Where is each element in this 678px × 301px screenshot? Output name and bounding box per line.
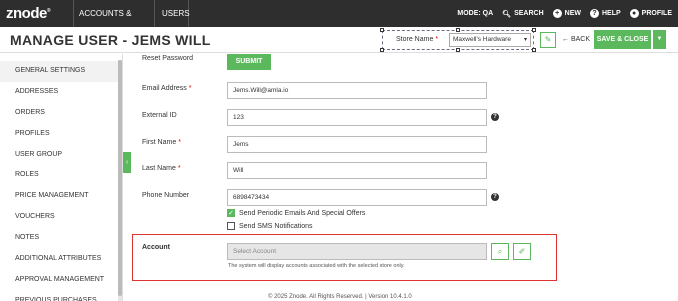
external-id-label: External ID xyxy=(142,112,177,119)
last-name-label: Last Name * xyxy=(142,165,181,172)
chevron-down-icon: ▼ xyxy=(656,36,663,42)
sidebar-item-user-group[interactable]: USER GROUP xyxy=(0,145,122,166)
sidebar-item-profiles[interactable]: PROFILES xyxy=(0,124,122,145)
question-icon: ? xyxy=(589,9,599,18)
external-id-field[interactable]: 123 xyxy=(227,109,487,126)
chevron-down-icon: ▾ xyxy=(523,37,527,43)
account-search-button[interactable]: ⌕ xyxy=(491,243,509,260)
search-icon: ⌕ xyxy=(497,247,503,256)
user-icon: ● xyxy=(629,9,639,18)
arrow-left-icon: ← xyxy=(562,36,569,43)
page-header: MANAGE USER - JEMS WILL Store Name * Max… xyxy=(0,27,678,53)
scrollbar-thumb[interactable] xyxy=(118,60,122,296)
store-name-select[interactable]: Maxwell's Hardware ▾ xyxy=(449,33,531,47)
account-clear-button[interactable]: ✐ xyxy=(513,243,531,260)
sms-option: Send SMS Notifications xyxy=(227,222,313,230)
chevron-left-icon: ‹ xyxy=(125,159,129,166)
email-field[interactable]: Jems.Will@amla.io xyxy=(227,82,487,99)
save-options-dropdown[interactable]: ▼ xyxy=(653,30,666,49)
sidebar-scrollbar[interactable] xyxy=(118,60,122,301)
nav-users[interactable]: USERS xyxy=(157,0,190,27)
account-label: Account xyxy=(142,244,170,251)
first-name-label: First Name * xyxy=(142,139,181,146)
sidebar-item-additional-attributes[interactable]: ADDITIONAL ATTRIBUTES xyxy=(0,249,122,270)
sidebar-item-notes[interactable]: NOTES xyxy=(0,228,122,249)
sms-checkbox[interactable] xyxy=(227,222,235,230)
last-name-field[interactable]: Will xyxy=(227,162,487,179)
store-selector: Store Name * Maxwell's Hardware ▾ xyxy=(380,28,536,52)
resize-handle xyxy=(532,28,536,32)
pencil-icon: ✎ xyxy=(544,35,552,44)
help-icon[interactable]: ? xyxy=(491,113,499,121)
resize-handle xyxy=(380,28,384,32)
sidebar-item-orders[interactable]: ORDERS xyxy=(0,103,122,124)
reset-password-label: Reset Password xyxy=(142,55,193,62)
znode-logo[interactable]: znode® xyxy=(6,5,51,22)
edit-button[interactable]: ✎ xyxy=(540,32,556,48)
sidebar-item-vouchers[interactable]: VOUCHERS xyxy=(0,207,122,228)
plus-icon: + xyxy=(552,9,562,18)
eraser-icon: ✐ xyxy=(518,247,526,256)
sidebar-item-addresses[interactable]: ADDRESSES xyxy=(0,82,122,103)
first-name-field[interactable]: Jems xyxy=(227,136,487,153)
submit-button[interactable]: SUBMIT xyxy=(227,54,271,70)
periodic-emails-option: ✓ Send Periodic Emails And Special Offer… xyxy=(227,209,365,217)
account-field[interactable]: Select Account xyxy=(227,243,487,260)
sms-label: Send SMS Notifications xyxy=(239,222,313,230)
top-navbar: znode® ACCOUNTS & USERS ▾ USERS MODE: QA … xyxy=(0,0,678,45)
search-button[interactable]: 🔍︎ SEARCH xyxy=(502,10,543,18)
profile-button[interactable]: ● PROFILE xyxy=(629,9,672,18)
store-name-label: Store Name * xyxy=(396,36,439,43)
account-hint: The system will display accounts associa… xyxy=(228,263,405,269)
mode-indicator: MODE: QA xyxy=(457,10,494,17)
sidebar-item-price-management[interactable]: PRICE MANAGEMENT xyxy=(0,186,122,207)
help-button[interactable]: ? HELP xyxy=(589,9,621,18)
collapse-sidebar-button[interactable]: ‹ xyxy=(123,152,131,173)
phone-field[interactable]: 6898473434 xyxy=(227,189,487,206)
resize-handle xyxy=(456,28,460,32)
phone-label: Phone Number xyxy=(142,192,190,199)
help-icon[interactable]: ? xyxy=(491,193,499,201)
sidebar-item-roles[interactable]: ROLES xyxy=(0,165,122,186)
resize-handle xyxy=(456,48,460,52)
sidebar-item-approval-management[interactable]: APPROVAL MANAGEMENT xyxy=(0,270,122,291)
page-title: MANAGE USER - JEMS WILL xyxy=(10,32,211,48)
sidebar-item-previous-purchases[interactable]: PREVIOUS PURCHASES xyxy=(0,291,122,301)
nav-accounts-users[interactable]: ACCOUNTS & USERS ▾ xyxy=(73,0,155,45)
sidebar: GENERAL SETTINGS ADDRESSES ORDERS PROFIL… xyxy=(0,54,123,301)
sidebar-item-general-settings[interactable]: GENERAL SETTINGS xyxy=(0,61,122,82)
resize-handle xyxy=(380,48,384,52)
new-button[interactable]: + NEW xyxy=(552,9,581,18)
resize-handle xyxy=(532,48,536,52)
save-close-button[interactable]: SAVE & CLOSE xyxy=(594,30,651,49)
email-label: Email Address * xyxy=(142,85,192,92)
search-icon: 🔍︎ xyxy=(502,10,512,18)
footer: © 2025 Znode. All Rights Reserved. | Ver… xyxy=(268,294,412,300)
top-right-menu: MODE: QA 🔍︎ SEARCH + NEW ? HELP ● PROFILE xyxy=(457,0,672,27)
periodic-emails-label: Send Periodic Emails And Special Offers xyxy=(239,209,366,217)
back-button[interactable]: ← BACK xyxy=(562,36,590,43)
periodic-emails-checkbox[interactable]: ✓ xyxy=(227,209,235,217)
